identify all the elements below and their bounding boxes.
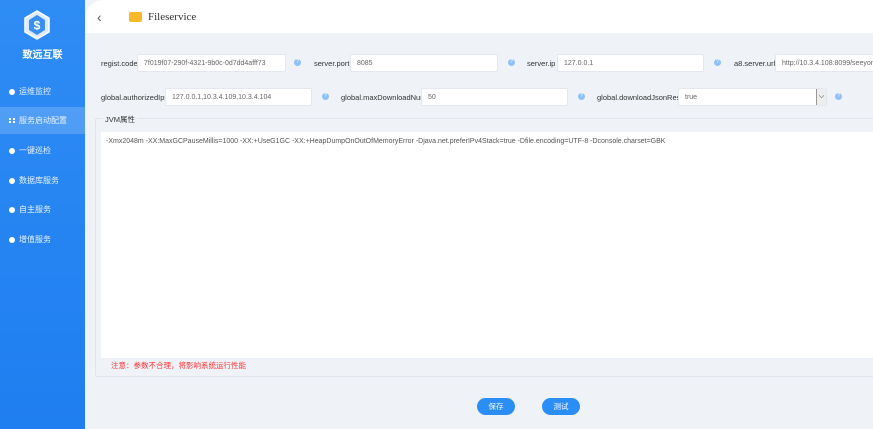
a8-server-url-label: a8.server.url	[734, 59, 776, 68]
sidebar-item-label: 一键巡检	[19, 146, 51, 155]
sidebar: $ 致远互联 运维监控 服务启动配置 一键巡检 数据库服务 自主服务 增值服务	[0, 0, 85, 429]
max-download-label: global.maxDownloadNum	[341, 93, 427, 102]
selected-value: true	[685, 93, 698, 101]
plus-icon	[9, 236, 15, 243]
sidebar-item-label: 运维监控	[19, 87, 51, 96]
download-json-label: global.downloadJsonResp	[597, 93, 685, 102]
warning-text: 注意：参数不合理，将影响系统运行性能	[111, 361, 246, 370]
back-icon[interactable]: ‹	[97, 9, 117, 25]
jvm-textarea[interactable]: -Xmx2048m -XX:MaxGCPauseMillis=1000 -XX:…	[101, 132, 873, 358]
server-port-label: server.port	[314, 59, 350, 68]
folder-icon	[129, 11, 142, 22]
help-icon[interactable]: ?	[508, 59, 515, 66]
sidebar-item-label: 增值服务	[19, 235, 51, 244]
regist-code-input[interactable]: 7f019f07-290f-4321-9b0c-0d7dd4afff73	[137, 54, 286, 72]
database-icon	[9, 177, 15, 184]
logo-icon: $	[24, 10, 50, 40]
inspect-icon	[9, 147, 15, 154]
help-icon[interactable]: ?	[294, 59, 301, 66]
authorized-ips-input[interactable]: 127.0.0.1,10.3.4.109,10.3.4.104	[165, 88, 312, 106]
server-port-input[interactable]: 8085	[350, 54, 498, 72]
a8-server-url-input[interactable]: http://10.3.4.108:8099/seeyon	[775, 54, 873, 72]
help-icon[interactable]: ?	[578, 93, 585, 100]
brand-name: 致远互联	[22, 50, 63, 61]
sidebar-item-label: 数据库服务	[19, 176, 59, 185]
sidebar-item-value-added[interactable]: 增值服务	[0, 226, 85, 253]
save-button[interactable]: 保存	[477, 398, 515, 415]
server-ip-input[interactable]: 127.0.0.1	[557, 54, 704, 72]
shield-icon	[9, 206, 15, 213]
server-ip-label: server.ip	[527, 59, 556, 68]
test-button[interactable]: 测试	[542, 398, 580, 415]
help-icon[interactable]: ?	[714, 59, 721, 66]
grid-icon	[9, 117, 15, 124]
jvm-legend: JVM属性	[103, 114, 137, 125]
regist-code-label: regist.code	[101, 59, 138, 68]
sidebar-item-inspect[interactable]: 一键巡检	[0, 137, 85, 164]
max-download-input[interactable]: 50	[421, 88, 568, 106]
sidebar-item-label: 自主服务	[19, 205, 51, 214]
sidebar-item-monitor[interactable]: 运维监控	[0, 78, 85, 105]
sidebar-item-self-service[interactable]: 自主服务	[0, 196, 85, 223]
chevron-down-icon[interactable]: ⌵	[816, 89, 826, 105]
sidebar-item-label: 服务启动配置	[19, 116, 67, 125]
svg-text:$: $	[34, 19, 41, 33]
help-icon[interactable]: ?	[322, 93, 329, 100]
sidebar-item-service-config[interactable]: 服务启动配置	[0, 107, 85, 134]
page-title: Fileservice	[148, 10, 197, 23]
monitor-icon	[9, 88, 15, 95]
header: ‹ Fileservice	[85, 0, 873, 33]
help-icon[interactable]: ?	[835, 93, 842, 100]
sidebar-item-database[interactable]: 数据库服务	[0, 167, 85, 194]
authorized-ips-label: global.authorizedIps	[101, 93, 169, 102]
download-json-select[interactable]: true ⌵	[678, 88, 827, 106]
